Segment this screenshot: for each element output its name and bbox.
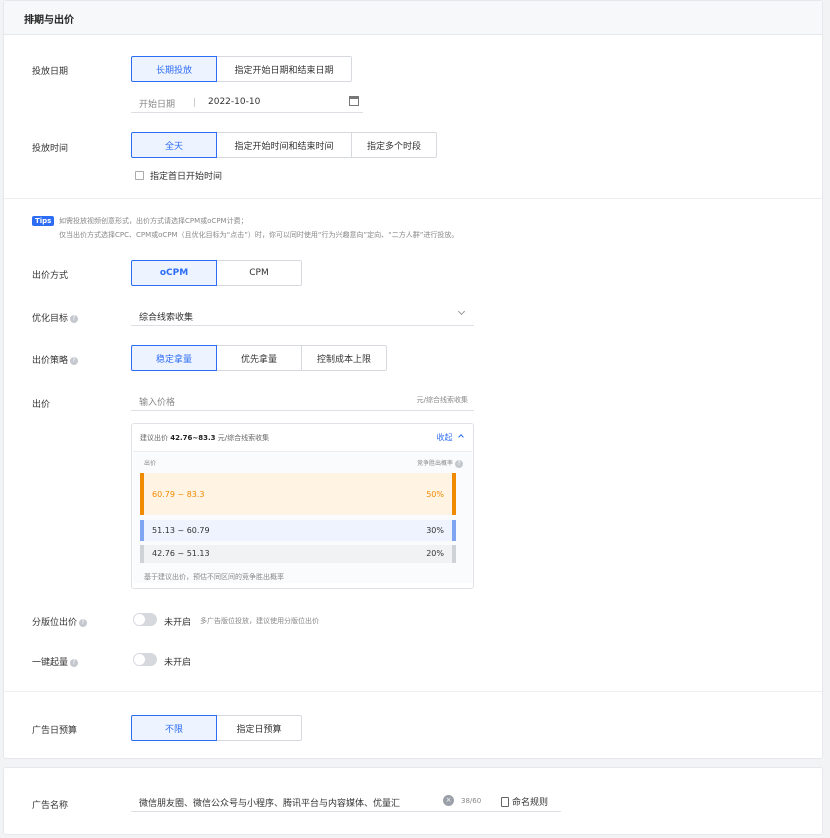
tips-line-1: 如需投放视频创意形式，出价方式请选择CPM或oCPM计费； (59, 217, 248, 225)
ad-name-label: 广告名称 (32, 801, 69, 811)
ad-name-card: 广告名称 微信朋友圈、微信公众号与小程序、腾讯平台与内容媒体、优量汇 × 38/… (3, 767, 823, 835)
date-mode-segment: 长期投放 指定开始日期和结束日期 (131, 56, 352, 82)
tier-bid-label-text: 分版位出价 (32, 618, 78, 628)
date-option-range[interactable]: 指定开始日期和结束日期 (216, 56, 352, 82)
budget-option-unlimited[interactable]: 不限 (131, 715, 217, 741)
bid-suggest-panel: 建议出价 42.76~83.3 元/综合线索收集 收起 出价 竞争胜出概率? 6… (131, 423, 474, 589)
range-row-edge (140, 545, 144, 563)
time-mode-segment: 全天 指定开始时间和结束时间 指定多个时段 (131, 132, 437, 158)
bid-unit: 元/综合线索收集 (416, 396, 468, 404)
date-label: 投放日期 (32, 67, 69, 77)
help-icon[interactable]: ? (70, 314, 79, 323)
ad-name-value: 微信朋友圈、微信公众号与小程序、腾讯平台与内容媒体、优量汇 (139, 799, 401, 809)
document-icon (501, 796, 509, 807)
range-row-mid: 51.13 ~ 60.79 30% (140, 520, 456, 541)
suggest-footnote: 基于建议出价，预估不同区间的竞争胜出概率 (144, 573, 284, 581)
strategy-option-priority[interactable]: 优先拿量 (216, 345, 302, 371)
budget-option-daily[interactable]: 指定日预算 (216, 715, 302, 741)
help-icon[interactable]: ? (70, 356, 79, 365)
divider (4, 198, 822, 199)
one-click-state: 未开启 (164, 658, 192, 668)
help-icon[interactable]: ? (455, 459, 463, 468)
tier-bid-hint: 多广告版位投放，建议使用分版位出价 (200, 617, 319, 625)
calendar-icon[interactable] (349, 96, 359, 106)
optimize-select[interactable]: 综合线索收集 (131, 304, 474, 326)
bid-option-ocpm[interactable]: oCPM (131, 260, 217, 286)
chevron-down-icon (457, 307, 466, 316)
one-click-toggle[interactable] (133, 653, 157, 666)
time-label: 投放时间 (32, 144, 69, 154)
clear-icon[interactable]: × (443, 795, 454, 806)
ad-name-input[interactable]: 微信朋友圈、微信公众号与小程序、腾讯平台与内容媒体、优量汇 × 38/60 命名… (131, 790, 561, 812)
suggest-table-area (133, 451, 472, 583)
bid-method-segment: oCPM CPM (131, 260, 302, 286)
start-date-value: 2022-10-10 (208, 97, 261, 107)
first-day-checkbox-row[interactable]: 指定首日开始时间 (135, 169, 222, 182)
first-day-checkbox[interactable] (135, 171, 144, 180)
section-header: 排期与出价 (4, 1, 822, 35)
date-option-long-term[interactable]: 长期投放 (131, 56, 217, 82)
range-high-value: 60.79 ~ 83.3 (152, 490, 205, 499)
first-day-checkbox-label: 指定首日开始时间 (150, 172, 223, 182)
naming-rule-label: 命名规则 (512, 798, 549, 808)
range-row-edge (452, 520, 456, 541)
range-row-high: 60.79 ~ 83.3 50% (140, 473, 456, 515)
bid-label: 出价 (32, 400, 51, 410)
range-row-edge (140, 520, 144, 541)
range-low-pct: 20% (426, 549, 444, 558)
range-row-low: 42.76 ~ 51.13 20% (140, 545, 456, 563)
section-title: 排期与出价 (24, 15, 74, 26)
range-high-pct: 50% (426, 490, 444, 499)
strategy-option-cost-cap[interactable]: 控制成本上限 (301, 345, 387, 371)
start-date-picker[interactable]: 开始日期 2022-10-10 (131, 91, 363, 113)
range-mid-pct: 30% (426, 526, 444, 535)
range-row-edge (140, 473, 144, 515)
tier-bid-state: 未开启 (164, 618, 192, 628)
tips-badge: Tips (32, 216, 55, 226)
budget-segment: 不限 指定日预算 (131, 715, 302, 741)
suggest-prefix: 建议出价 (140, 434, 168, 442)
chevron-up-icon (458, 434, 464, 440)
strategy-label: 出价策略? (32, 353, 79, 366)
range-low-value: 42.76 ~ 51.13 (152, 549, 210, 558)
suggest-range: 42.76~83.3 (170, 434, 216, 442)
optimize-label-text: 优化目标 (32, 314, 69, 324)
range-mid-value: 51.13 ~ 60.79 (152, 526, 210, 535)
col-rate-label: 竞争胜出概率 (416, 460, 453, 467)
collapse-label: 收起 (436, 433, 453, 442)
help-icon[interactable]: ? (70, 658, 79, 667)
bid-option-cpm[interactable]: CPM (216, 260, 302, 286)
help-icon[interactable]: ? (79, 618, 88, 627)
one-click-label: 一键起量? (32, 655, 79, 668)
divider (4, 691, 822, 692)
range-row-edge (452, 545, 456, 563)
tier-bid-toggle[interactable] (133, 613, 157, 626)
optimize-label: 优化目标? (32, 311, 79, 324)
budget-label: 广告日预算 (32, 726, 78, 736)
tips-line-2: 仅当出价方式选择CPC、CPM或oCPM（且优化目标为“点击”）时，你可以同时使… (59, 231, 459, 239)
range-row-edge (452, 473, 456, 515)
strategy-label-text: 出价策略 (32, 356, 69, 366)
bid-placeholder: 输入价格 (139, 398, 176, 408)
time-option-all-day[interactable]: 全天 (131, 132, 217, 158)
tier-bid-label: 分版位出价? (32, 615, 88, 628)
time-option-range[interactable]: 指定开始时间和结束时间 (216, 132, 352, 158)
optimize-value: 综合线索收集 (139, 313, 194, 323)
collapse-link[interactable]: 收起 (436, 432, 464, 443)
suggest-header: 建议出价 42.76~83.3 元/综合线索收集 (140, 433, 269, 443)
naming-rule-link[interactable]: 命名规则 (501, 795, 548, 808)
col-rate-header: 竞争胜出概率? (417, 458, 463, 468)
time-option-multi[interactable]: 指定多个时段 (351, 132, 437, 158)
suggest-unit: 元/综合线索收集 (217, 434, 270, 442)
strategy-option-stable[interactable]: 稳定拿量 (131, 345, 217, 371)
bid-method-label: 出价方式 (32, 271, 69, 281)
date-divider (194, 98, 195, 107)
ad-name-counter: 38/60 (461, 797, 482, 805)
one-click-label-text: 一键起量 (32, 658, 69, 668)
start-date-label: 开始日期 (139, 100, 176, 110)
schedule-bid-card: 排期与出价 投放日期 长期投放 指定开始日期和结束日期 开始日期 2022-10… (3, 0, 823, 759)
strategy-segment: 稳定拿量 优先拿量 控制成本上限 (131, 345, 387, 371)
col-bid-header: 出价 (144, 460, 157, 467)
bid-input[interactable]: 输入价格 元/综合线索收集 (131, 389, 474, 411)
